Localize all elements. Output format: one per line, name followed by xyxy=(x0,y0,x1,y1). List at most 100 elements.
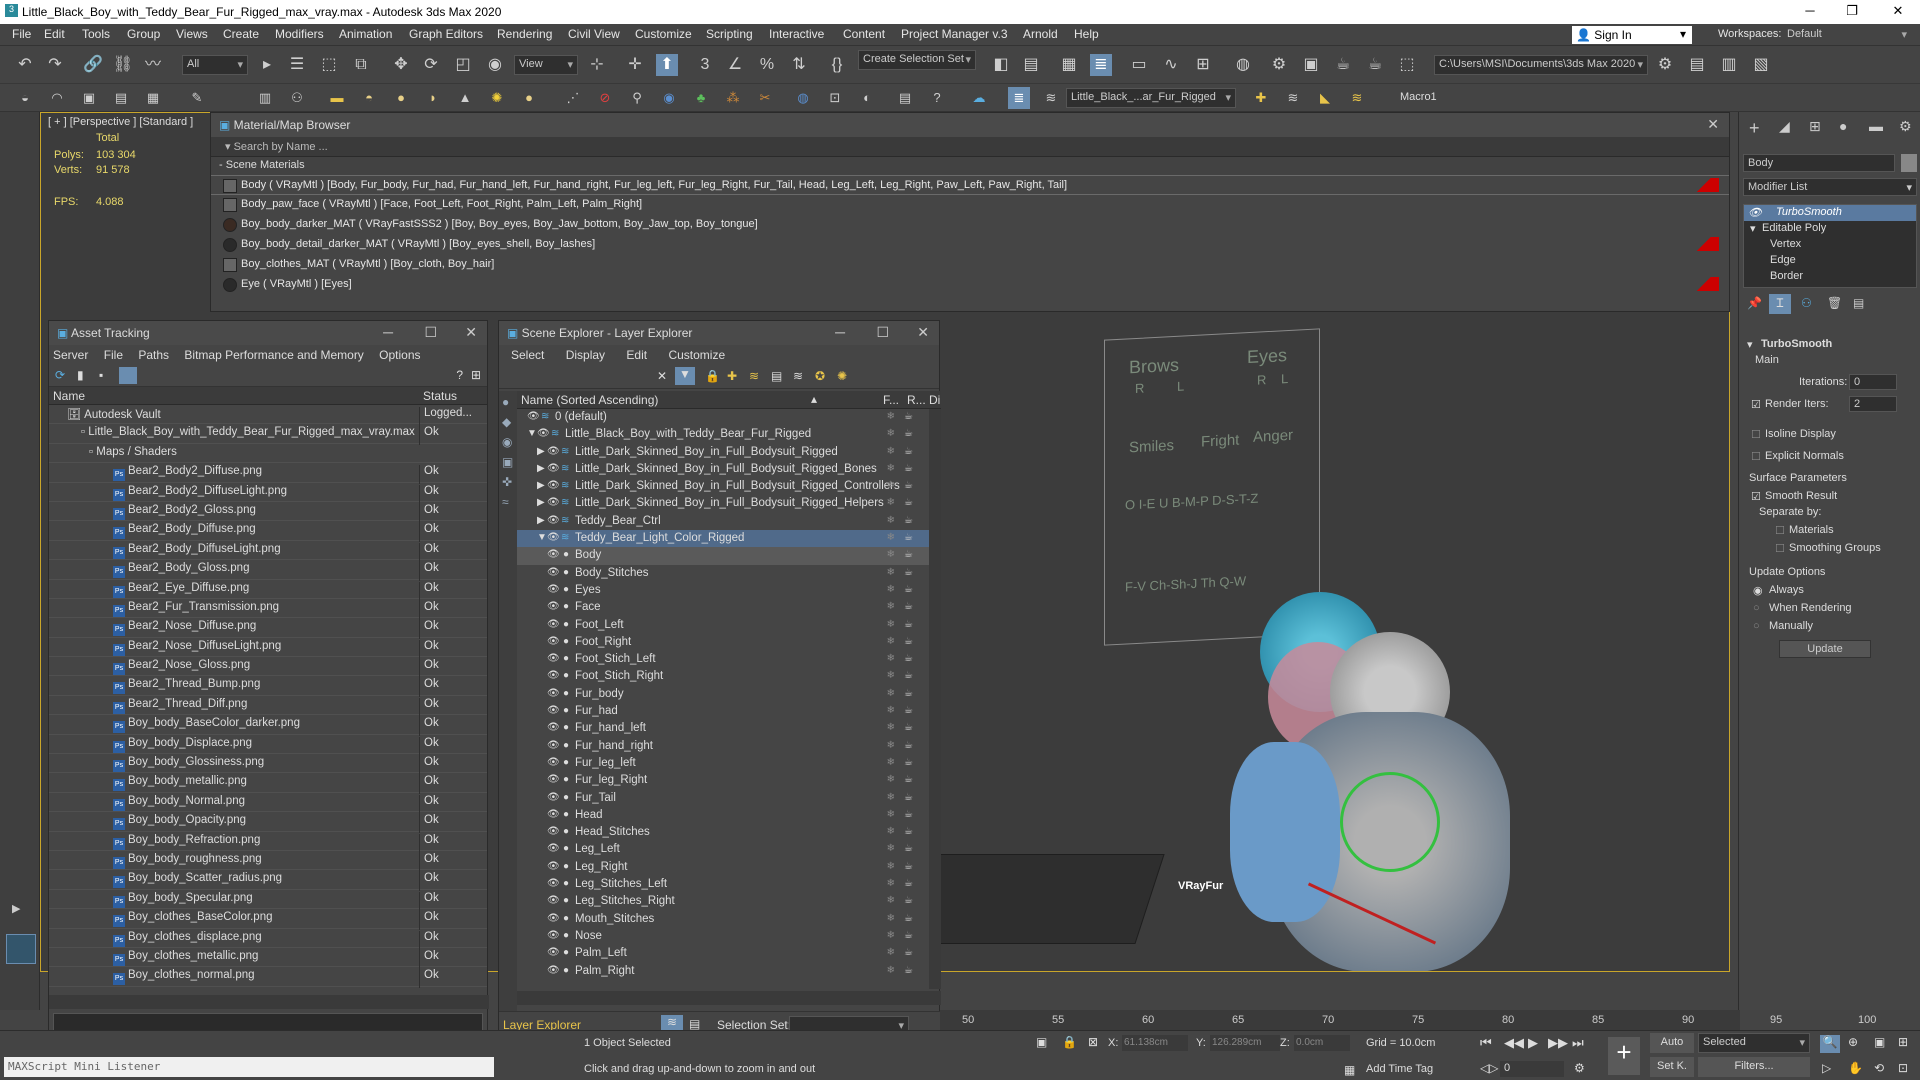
scene-explorer-toggle-icon[interactable]: ▤ xyxy=(689,1017,700,1031)
time-config-icon[interactable]: ⚙ xyxy=(1574,1061,1585,1075)
vertical-scrollbar[interactable] xyxy=(929,409,941,989)
layer-row[interactable]: ▼ 👁 ≋ Little_Black_Boy_with_Teddy_Bear_Fur_… xyxy=(517,426,931,443)
mirror-icon[interactable]: ◧ xyxy=(990,54,1012,76)
menu-graph-editors[interactable]: Graph Editors xyxy=(409,27,483,41)
object-row[interactable]: 👁 ● Leg_Right ❄ ☕ xyxy=(517,859,931,876)
window-crossing-icon[interactable]: ⧉ xyxy=(350,54,372,76)
eye-icon[interactable]: 👁 xyxy=(547,549,560,560)
menu-civil-view[interactable]: Civil View xyxy=(568,27,620,41)
refresh-icon[interactable]: ⟳ xyxy=(55,368,65,382)
eye-icon[interactable]: 👁 xyxy=(547,601,560,612)
scale-icon[interactable]: ◰ xyxy=(452,54,474,76)
eye-icon[interactable]: 👁 xyxy=(547,913,560,924)
freeze-icon[interactable]: ❄ xyxy=(887,653,895,664)
lock-icon[interactable]: 🔒 xyxy=(705,369,720,383)
stack-item-turbosmooth[interactable]: 👁 TurboSmooth xyxy=(1744,205,1916,221)
play-animation-icon[interactable]: ▶ xyxy=(1528,1035,1538,1051)
move-icon[interactable]: ✥ xyxy=(390,54,412,76)
iterations-spinner[interactable]: 0 xyxy=(1849,374,1897,390)
render-iters-checkbox[interactable]: ☑ xyxy=(1751,398,1761,411)
key-filter-combo[interactable]: Selected xyxy=(1698,1033,1810,1053)
motion-tab-icon[interactable]: ● xyxy=(1839,118,1847,134)
table-row[interactable]: Ps Boy_clothes_metallic.png Ok xyxy=(49,948,487,969)
help-circle-icon[interactable]: ? xyxy=(926,87,948,109)
render-icon[interactable]: ☕ xyxy=(904,688,913,699)
manually-radio[interactable]: ○ xyxy=(1753,620,1760,632)
close-icon[interactable]: ✕ xyxy=(1707,116,1719,133)
render-icon[interactable]: ☕ xyxy=(904,601,913,612)
modify-tab-icon[interactable]: ◢ xyxy=(1779,118,1790,135)
table-row[interactable]: Ps Boy_body_Refraction.png Ok xyxy=(49,832,487,853)
menu-file[interactable]: File xyxy=(12,27,31,41)
table-row[interactable]: Ps Boy_body_Displace.png Ok xyxy=(49,735,487,756)
workspace-combo[interactable]: Default xyxy=(1782,25,1912,45)
table-row[interactable]: Ps Bear2_Nose_DiffuseLight.png Ok xyxy=(49,638,487,659)
table-row[interactable]: Ps Bear2_Body2_Diffuse.png Ok xyxy=(49,463,487,485)
object-row[interactable]: 👁 ● Fur_had ❄ ☕ xyxy=(517,703,931,720)
camera-icon[interactable]: ⚲ xyxy=(626,87,648,109)
cloud-icon[interactable]: ☁ xyxy=(968,87,990,109)
auto-key-button[interactable]: Auto xyxy=(1650,1033,1694,1053)
object-row[interactable]: 👁 ● Leg_Stitches_Right ❄ ☕ xyxy=(517,893,931,910)
render-iters-spinner[interactable]: 2 xyxy=(1849,396,1897,412)
freeze-icon[interactable]: ❄ xyxy=(887,515,895,526)
object-row[interactable]: 👁 ● Foot_Stich_Right ❄ ☕ xyxy=(517,668,931,685)
horizontal-scrollbar[interactable] xyxy=(517,991,941,1005)
eye-icon[interactable]: 👁 xyxy=(537,428,550,439)
percent-snap-icon[interactable]: % xyxy=(756,54,778,76)
scene-titlebar[interactable]: ▣ Scene Explorer - Layer Explorer ─ ☐ ✕ xyxy=(499,321,939,345)
zoom-extents-icon[interactable]: ▣ xyxy=(1874,1035,1885,1049)
render-icon[interactable]: ☕ xyxy=(904,670,913,681)
make-unique-icon[interactable]: ⚇ xyxy=(1801,296,1812,310)
display-lights-icon[interactable]: ◉ xyxy=(502,435,512,449)
scene-materials-header[interactable]: - Scene Materials xyxy=(211,157,1729,175)
restore-button[interactable]: ❐ xyxy=(1842,3,1862,19)
eye-icon[interactable]: 👁 xyxy=(547,878,560,889)
render-icon[interactable]: ☕ xyxy=(904,497,913,508)
time-tag-icon[interactable]: ▦ xyxy=(1344,1063,1355,1077)
sun-icon[interactable]: ✺ xyxy=(837,369,847,383)
grid-icon[interactable]: ▦ xyxy=(142,87,164,109)
table-row[interactable]: Ps Bear2_Body_Diffuse.png Ok xyxy=(49,521,487,543)
zoom-all-icon[interactable]: ⊕ xyxy=(1848,1035,1858,1049)
render-icon[interactable]: ☕ xyxy=(904,740,913,751)
render-icon[interactable]: ☕ xyxy=(904,653,913,664)
table-row[interactable]: Ps Bear2_Thread_Diff.png Ok xyxy=(49,696,487,717)
layer-row[interactable]: ▶ 👁 ≋ Teddy_Bear_Ctrl ❄ ☕ xyxy=(517,513,931,530)
pivot-icon[interactable]: ⊹ xyxy=(586,54,608,76)
material-row[interactable]: Boy_clothes_MAT ( VRayMtl ) [Boy_cloth, … xyxy=(211,255,1729,275)
menu-interactive[interactable]: Interactive xyxy=(769,27,824,41)
current-layer-combo[interactable]: Little_Black_...ar_Fur_Rigged xyxy=(1066,88,1236,108)
freeze-icon[interactable]: ❄ xyxy=(887,930,895,941)
align-icon[interactable]: ▤ xyxy=(1020,54,1042,76)
render-icon[interactable]: ☕ xyxy=(904,774,913,785)
freeze-icon[interactable]: ❄ xyxy=(887,861,895,872)
object-row[interactable]: 👁 ● Body ❄ ☕ xyxy=(517,547,931,565)
eye-icon[interactable]: 👁 xyxy=(527,411,540,422)
mat-browser-titlebar[interactable]: ▣ Material/Map Browser ✕ xyxy=(211,113,1729,137)
freeze-icon[interactable]: ❄ xyxy=(887,792,895,803)
display-spacewarps-icon[interactable]: ≈ xyxy=(502,495,509,509)
layer-row[interactable]: ▶ 👁 ≋ Little_Dark_Skinned_Boy_in_Full_Bodys… xyxy=(517,495,931,512)
table-row[interactable]: Ps Bear2_Body2_DiffuseLight.png Ok xyxy=(49,483,487,504)
render-icon[interactable]: ☕ xyxy=(904,947,913,958)
table-row[interactable]: Ps Boy_body_Scatter_radius.png Ok xyxy=(49,870,487,892)
table-view-icon[interactable] xyxy=(119,367,137,384)
menu-group[interactable]: Group xyxy=(127,27,160,41)
menu-server[interactable]: Server xyxy=(53,348,88,362)
highlight-icon[interactable]: ✪ xyxy=(815,369,825,383)
ribbon-icon[interactable]: ▭ xyxy=(1128,54,1150,76)
go-to-end-icon[interactable]: ⏭ xyxy=(1572,1035,1584,1051)
maximize-icon[interactable]: ☐ xyxy=(424,324,437,341)
freeze-icon[interactable]: ❄ xyxy=(887,532,895,543)
eye-icon[interactable]: 👁 xyxy=(547,740,560,751)
selection-filter-combo[interactable]: All xyxy=(182,55,248,75)
object-row[interactable]: 👁 ● Head_Stitches ❄ ☕ xyxy=(517,824,931,841)
ies-light-icon[interactable]: ● xyxy=(518,87,540,109)
maxscript-listener[interactable]: MAXScript Mini Listener xyxy=(4,1057,494,1077)
add-time-tag-button[interactable]: Add Time Tag xyxy=(1366,1063,1433,1075)
object-row[interactable]: 👁 ● Palm_Right ❄ ☕ xyxy=(517,963,931,980)
bind-space-warp-icon[interactable]: 〰 xyxy=(142,54,164,76)
project-save-icon[interactable]: ▧ xyxy=(1750,54,1772,76)
layer-row[interactable]: ▶ 👁 ≋ Little_Dark_Skinned_Boy_in_Full_Bodys… xyxy=(517,461,931,478)
